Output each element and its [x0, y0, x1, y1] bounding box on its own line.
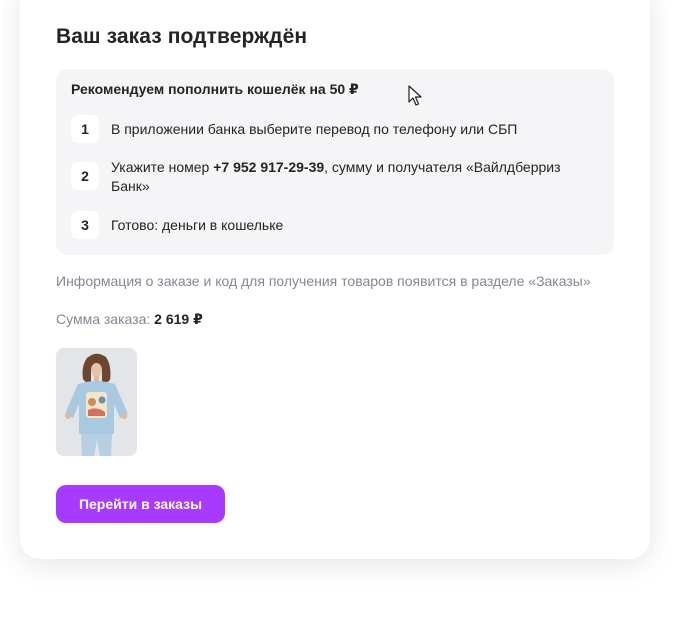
orders-info-note: Информация о заказе и код для получения … [56, 273, 591, 289]
step-number: 2 [71, 162, 99, 190]
order-sum-label: Сумма заказа: [56, 311, 155, 327]
order-sum: Сумма заказа: 2 619 ₽ [56, 311, 203, 328]
order-sum-value: 2 619 ₽ [154, 311, 203, 327]
wallet-recommendation-box: Рекомендуем пополнить кошелёк на 50 ₽ 1 … [56, 69, 614, 255]
order-confirmation-card: Ваш заказ подтверждён Рекомендуем пополн… [20, 0, 650, 559]
step-text: В приложении банка выберите перевод по т… [111, 121, 518, 137]
step-text: Готово: деньги в кошельке [111, 217, 284, 233]
step-text: Укажите номер +7 952 917-29-39, сумму и … [111, 158, 601, 196]
product-photo-icon [56, 348, 137, 456]
product-thumbnail[interactable] [56, 348, 137, 456]
mouse-cursor-icon [408, 85, 422, 106]
go-to-orders-button[interactable]: Перейти в заказы [56, 485, 225, 523]
step-number: 1 [71, 115, 99, 143]
step-number: 3 [71, 211, 99, 239]
step-text-before: Укажите номер [111, 159, 214, 175]
page-title: Ваш заказ подтверждён [56, 25, 308, 48]
recommendation-heading: Рекомендуем пополнить кошелёк на 50 ₽ [71, 81, 359, 97]
phone-number: +7 952 917-29-39 [213, 159, 325, 175]
